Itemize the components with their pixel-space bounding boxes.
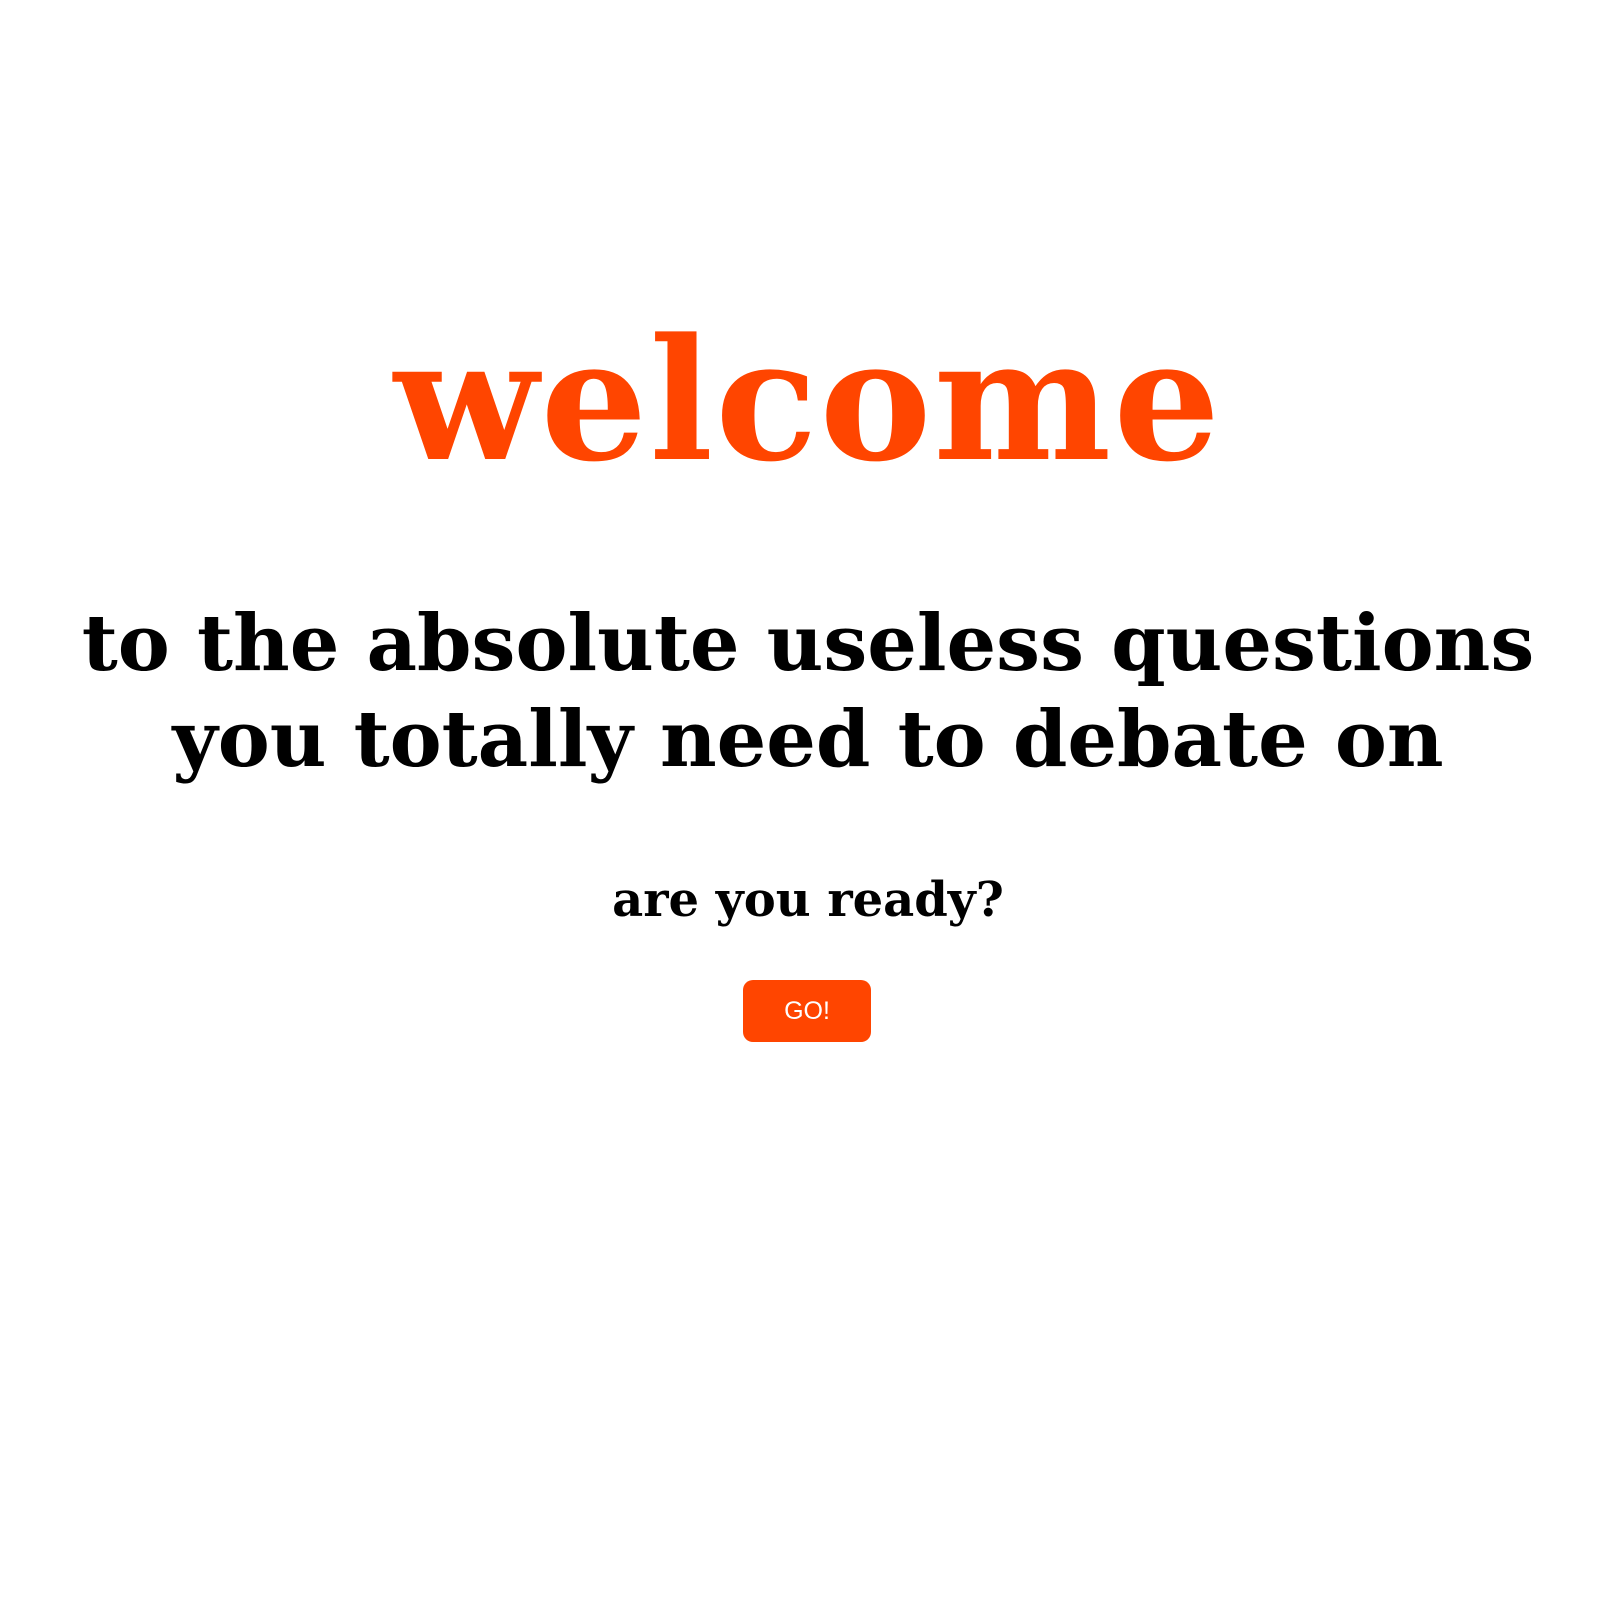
welcome-page: welcome to the absolute useless question… [0,0,1616,1616]
welcome-title: welcome [393,301,1223,499]
subtitle-line-2: you totally need to debate on [172,694,1444,785]
subtitle-line-1: to the absolute useless questions [81,598,1535,689]
ready-prompt: are you ready? [612,872,1004,928]
go-button[interactable]: GO! [743,980,871,1042]
subtitle: to the absolute useless questions you to… [0,596,1616,788]
